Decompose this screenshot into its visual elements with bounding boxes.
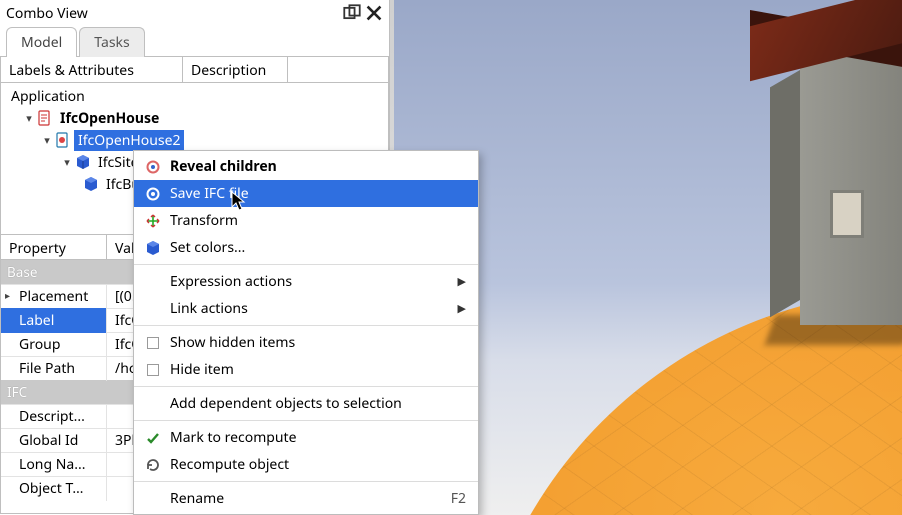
menu-link-actions[interactable]: Link actions ▶ xyxy=(134,295,478,322)
property-key: Descript... xyxy=(1,404,107,429)
cube-color-icon xyxy=(142,240,164,256)
tree-header: Labels & Attributes Description xyxy=(0,57,389,83)
submenu-arrow-icon: ▶ xyxy=(458,274,466,289)
property-key: Long Na... xyxy=(1,452,107,477)
menu-expression-actions[interactable]: Expression actions ▶ xyxy=(134,268,478,295)
save-icon xyxy=(142,186,164,202)
cube-icon xyxy=(75,154,91,170)
menu-save-ifc-file[interactable]: Save IFC file xyxy=(134,180,478,207)
caret-down-icon[interactable]: ▾ xyxy=(41,133,53,148)
close-icon[interactable] xyxy=(365,4,383,22)
property-key: Placement xyxy=(1,284,107,309)
tree-row-document[interactable]: ▾ IfcOpenHouse xyxy=(7,107,388,129)
menu-transform[interactable]: Transform xyxy=(134,207,478,234)
recompute-icon xyxy=(142,457,164,473)
menu-reveal-children[interactable]: Reveal children xyxy=(134,153,478,180)
context-menu: Reveal children Save IFC file Transform … xyxy=(133,150,479,515)
mark-icon xyxy=(142,430,164,446)
dock-icon[interactable] xyxy=(343,4,361,22)
menu-show-hidden-items[interactable]: Show hidden items xyxy=(134,329,478,356)
cube-icon xyxy=(83,176,99,192)
menu-recompute-object[interactable]: Recompute object xyxy=(134,451,478,478)
tab-tasks[interactable]: Tasks xyxy=(79,27,144,57)
property-key: Global Id xyxy=(1,428,107,453)
property-key: Group xyxy=(1,332,107,357)
panel-title: Combo View xyxy=(6,4,88,23)
caret-down-icon[interactable]: ▾ xyxy=(23,111,35,126)
document-icon xyxy=(37,110,53,126)
menu-hide-item[interactable]: Hide item xyxy=(134,356,478,383)
menu-mark-to-recompute[interactable]: Mark to recompute xyxy=(134,424,478,451)
property-key: Label xyxy=(1,308,107,333)
property-header-property[interactable]: Property xyxy=(1,235,107,259)
menu-rename[interactable]: Rename F2 xyxy=(134,485,478,512)
checkbox-icon xyxy=(142,337,164,349)
ifc-project-icon xyxy=(55,132,71,148)
transform-icon xyxy=(142,213,164,229)
shortcut-label: F2 xyxy=(451,489,466,508)
reveal-icon xyxy=(142,159,164,175)
property-key: File Path xyxy=(1,356,107,381)
submenu-arrow-icon: ▶ xyxy=(458,301,466,316)
tree-row-application[interactable]: Application xyxy=(7,85,388,107)
tree-header-description[interactable]: Description xyxy=(183,57,288,82)
menu-add-dependent[interactable]: Add dependent objects to selection xyxy=(134,390,478,417)
tab-model[interactable]: Model xyxy=(6,27,77,57)
caret-down-icon[interactable]: ▾ xyxy=(61,155,73,170)
tree-header-labels[interactable]: Labels & Attributes xyxy=(1,57,183,82)
property-key: Object T… xyxy=(1,476,107,501)
menu-set-colors[interactable]: Set colors... xyxy=(134,234,478,261)
checkbox-icon xyxy=(142,364,164,376)
tree-row-project[interactable]: ▾ IfcOpenHouse2 xyxy=(7,129,388,151)
